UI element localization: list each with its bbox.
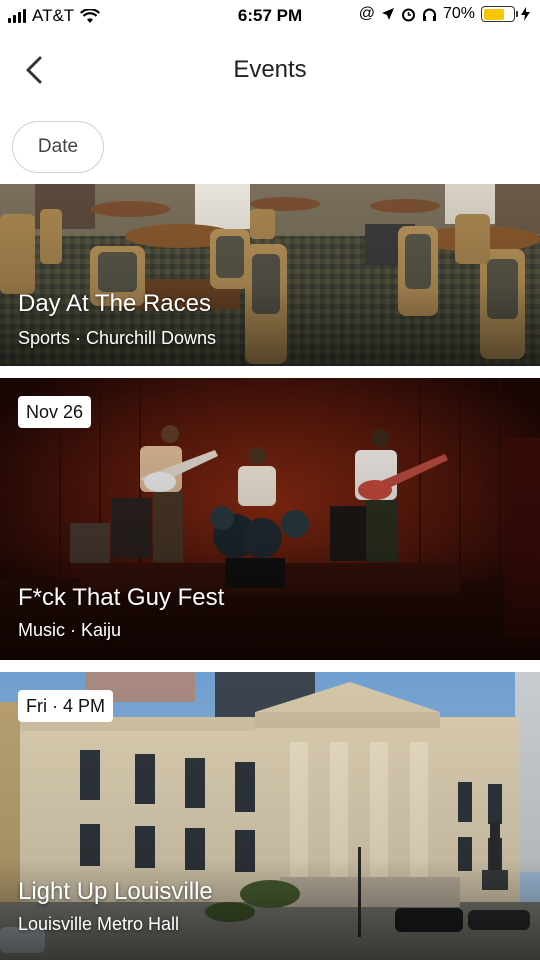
event-card-fck-that-guy-fest[interactable]: Nov 26 F*ck That Guy Fest Music · Kaiju xyxy=(0,378,540,660)
event-card-light-up-louisville[interactable]: Fri · 4 PM Light Up Louisville Louisvill… xyxy=(0,672,540,960)
event-subtitle: Music · Kaiju xyxy=(18,620,122,640)
at-icon: @ xyxy=(358,5,375,22)
charging-icon xyxy=(521,7,530,21)
date-filter-chip[interactable]: Date xyxy=(12,121,104,173)
status-bar: AT&T 6:57 PM @ 70% xyxy=(0,0,540,32)
page-title: Events xyxy=(233,56,307,83)
event-subtitle: Sports · Churchill Downs xyxy=(18,328,217,348)
event-subtitle: Louisville Metro Hall xyxy=(18,914,180,934)
battery-icon xyxy=(481,6,518,22)
event-card-day-at-the-races[interactable]: Day At The Races Sports · Churchill Down… xyxy=(0,184,540,366)
event-title: Day At The Races xyxy=(18,290,211,317)
event-title: F*ck That Guy Fest xyxy=(18,584,225,611)
event-date-badge: Nov 26 xyxy=(18,396,92,428)
alarm-icon xyxy=(401,8,415,21)
headphones-icon xyxy=(422,8,436,21)
battery-fill xyxy=(483,8,504,20)
battery-percent: 70% xyxy=(442,5,475,22)
event-date-badge: Fri · 4 PM xyxy=(18,690,113,722)
header: Events xyxy=(0,32,540,108)
location-icon xyxy=(381,8,394,20)
event-title: Light Up Louisville xyxy=(18,878,213,905)
status-right: @ 70% xyxy=(359,5,530,23)
